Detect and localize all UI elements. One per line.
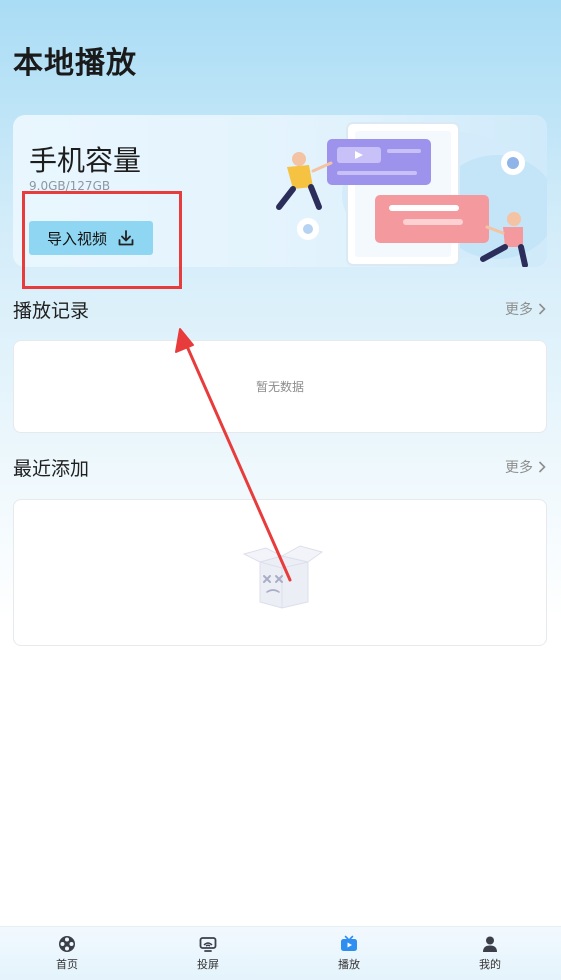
tv-play-icon [341,935,357,951]
user-icon [483,936,497,952]
play-history-panel: 暂无数据 [13,340,547,433]
empty-box-icon [242,545,324,609]
tab-screencast-label: 投屏 [197,958,219,971]
tab-play[interactable]: 播放 [309,935,389,972]
recent-added-more-link[interactable]: 更多 [505,457,547,477]
tab-screencast[interactable]: 投屏 [168,935,248,972]
screencast-icon [199,937,217,952]
tab-home-label: 首页 [56,958,78,971]
film-reel-icon [59,936,75,952]
page-title: 本地播放 [13,46,137,81]
recent-added-more-label: 更多 [505,460,533,476]
play-history-header: 播放记录 更多 [13,296,547,326]
chevron-right-icon [538,303,546,315]
highlight-annotation-box [22,191,182,289]
play-history-title: 播放记录 [13,300,90,322]
tab-mine-label: 我的 [479,958,501,971]
storage-title: 手机容量 [29,144,142,177]
recent-added-title: 最近添加 [13,458,90,480]
play-history-more-link[interactable]: 更多 [505,299,547,319]
chevron-right-icon [538,461,546,473]
phone-video-illustration [276,122,547,267]
tab-home[interactable]: 首页 [27,935,107,972]
tab-play-label: 播放 [338,958,360,971]
tab-mine[interactable]: 我的 [450,935,530,972]
play-history-more-label: 更多 [505,302,533,318]
recent-added-panel [13,499,547,646]
empty-state-text: 暂无数据 [255,380,304,394]
bottom-tab-bar: 首页 投屏 播放 我的 [0,926,561,980]
recent-added-header: 最近添加 更多 [13,454,547,484]
